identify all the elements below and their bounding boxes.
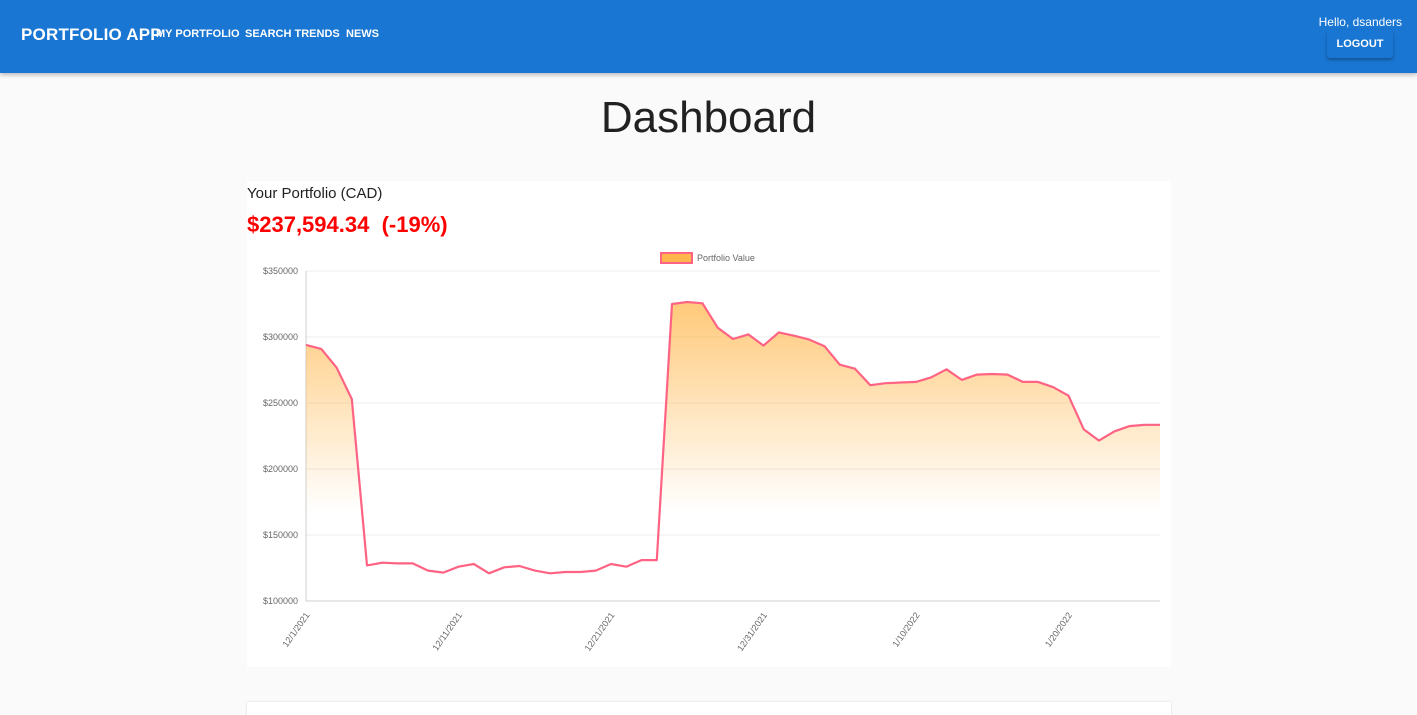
app-bar: PORTFOLIO APP MY PORTFOLIO SEARCH TRENDS… xyxy=(0,0,1417,73)
x-tick-label: 1/10/2022 xyxy=(890,610,921,649)
y-tick-label: $150000 xyxy=(263,530,298,540)
user-greeting: Hello, dsanders xyxy=(1318,15,1402,29)
y-tick-label: $350000 xyxy=(263,266,298,276)
legend-label: Portfolio Value xyxy=(697,253,755,263)
nav-search-trends[interactable]: SEARCH TRENDS xyxy=(245,28,340,40)
y-tick-label: $200000 xyxy=(263,464,298,474)
series-area xyxy=(306,302,1160,601)
y-tick-label: $300000 xyxy=(263,332,298,342)
portfolio-chart: $350000 $300000 $250000 $200000 $150000 $1000… xyxy=(263,252,1160,653)
y-tick-label: $100000 xyxy=(263,596,298,606)
nav-news[interactable]: NEWS xyxy=(346,28,379,40)
x-tick-label: 12/31/2021 xyxy=(735,610,769,653)
secondary-card xyxy=(247,702,1171,715)
legend-swatch xyxy=(660,252,693,264)
logout-button[interactable]: LOGOUT xyxy=(1327,30,1393,58)
x-tick-label: 12/11/2021 xyxy=(430,610,464,652)
x-tick-label: 12/1/2021 xyxy=(280,610,311,649)
y-tick-label: $250000 xyxy=(263,398,298,408)
x-tick-label: 1/20/2022 xyxy=(1043,610,1074,649)
nav-my-portfolio[interactable]: MY PORTFOLIO xyxy=(156,28,240,40)
x-tick-label: 12/21/2021 xyxy=(583,610,617,653)
portfolio-card: Your Portfolio (CAD) $237,594.34 (-19%) … xyxy=(247,181,1171,667)
app-brand[interactable]: PORTFOLIO APP xyxy=(21,25,162,45)
page-title: Dashboard xyxy=(600,93,817,142)
